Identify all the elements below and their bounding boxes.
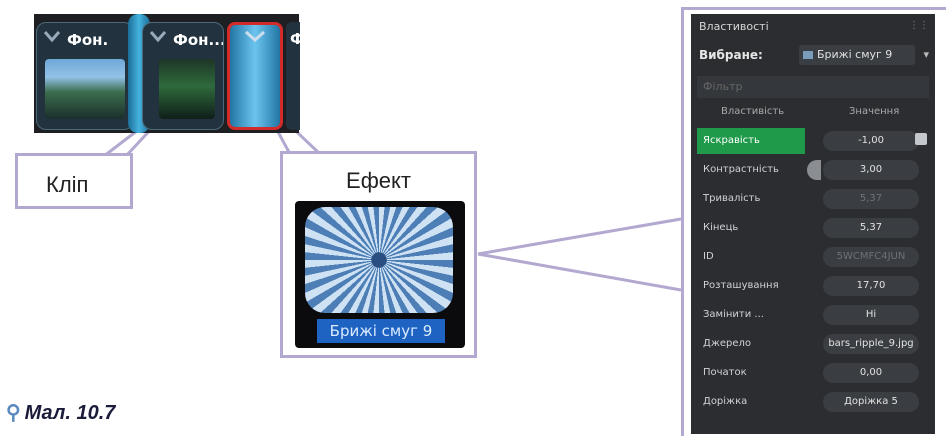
property-value: 5,37 [823,189,919,209]
panel-connector-bottom [477,252,682,292]
effect-thumbnail [305,207,453,313]
property-value[interactable]: 3,00 [823,160,919,180]
property-value[interactable]: bars_ripple_9.jpg [823,334,919,354]
panel-connector-top [477,217,682,256]
property-value[interactable]: 0,00 [823,363,919,383]
chevron-down-icon[interactable] [244,29,266,43]
clip-callout: Кліп [15,153,133,209]
image-icon [803,51,813,59]
property-value[interactable]: -1,00 [823,131,919,151]
keyframe-icon[interactable] [915,133,927,145]
property-value[interactable]: Доріжка 5 [823,392,919,412]
clip-thumbnail [159,59,215,119]
property-row[interactable]: Контрастність 3,00 [697,157,929,183]
property-row[interactable]: Початок 0,00 [697,360,929,386]
property-row[interactable]: Кінець 5,37 [697,215,929,241]
selected-value: Брижі смуг 9 [817,48,893,61]
effect-callout: Ефект Брижі смуг 9 [280,151,477,358]
clip-title: Фон... [173,31,224,49]
timeline-clip[interactable]: Фон... [142,22,224,130]
selected-label: Вибране: [699,48,763,62]
chevron-down-icon[interactable] [149,29,167,43]
effect-preview: Брижі смуг 9 [295,201,465,348]
property-row[interactable]: Розташування 17,70 [697,273,929,299]
timeline-clip[interactable]: Фон. [36,22,134,130]
property-key: Замінити ... [703,309,764,320]
clip-title: Ф [290,30,300,48]
figure-caption: ⚲ Мал. 10.7 [6,400,115,425]
property-key: Розташування [703,280,779,291]
panel-menu-icon[interactable]: ⋮⋮ [909,20,929,31]
caption-text: Мал. 10.7 [24,402,116,424]
property-row[interactable]: Яскравість -1,00 [697,128,929,154]
timeline-strip: Фон. Фон... Ф [34,14,300,133]
effect-name: Брижі смуг 9 [317,319,445,343]
property-key: ID [703,251,714,262]
column-header-value: Значення [849,106,900,117]
effect-transition[interactable] [227,22,283,130]
property-row[interactable]: Доріжка Доріжка 5 [697,389,929,415]
column-header-property: Властивість [721,106,785,117]
property-key: Кінець [703,222,739,233]
clip-thumbnail [45,59,125,119]
property-value: 5WCMFC4JUN [823,247,919,267]
property-key: Джерело [703,338,751,349]
property-key: Контрастність [703,164,779,175]
property-value[interactable]: 17,70 [823,276,919,296]
property-value[interactable]: Ні [823,305,919,325]
properties-panel: Властивості ⋮⋮ Вибране: Брижі смуг 9 ▾ Ф… [691,14,935,434]
property-value[interactable]: 5,37 [823,218,919,238]
pin-icon: ⚲ [6,402,21,424]
property-key: Яскравість [697,128,805,154]
property-key: Тривалість [703,193,761,204]
property-row[interactable]: Тривалість 5,37 [697,186,929,212]
property-key: Доріжка [703,396,748,407]
property-key: Початок [703,367,747,378]
slider-handle[interactable] [807,160,821,180]
filter-input[interactable]: Фільтр [697,76,929,98]
panel-title: Властивості [699,20,769,33]
chevron-down-icon[interactable]: ▾ [923,45,929,65]
clip-title: Фон. [67,31,109,49]
clip-callout-label: Кліп [46,172,89,197]
chevron-down-icon[interactable] [43,29,61,43]
timeline-clip[interactable]: Ф [286,22,300,130]
property-row[interactable]: ID 5WCMFC4JUN [697,244,929,270]
property-row[interactable]: Джерело bars_ripple_9.jpg [697,331,929,357]
property-row[interactable]: Замінити ... Ні [697,302,929,328]
effect-callout-label: Ефект [346,168,411,193]
selected-dropdown[interactable]: Брижі смуг 9 ▾ [799,45,929,65]
